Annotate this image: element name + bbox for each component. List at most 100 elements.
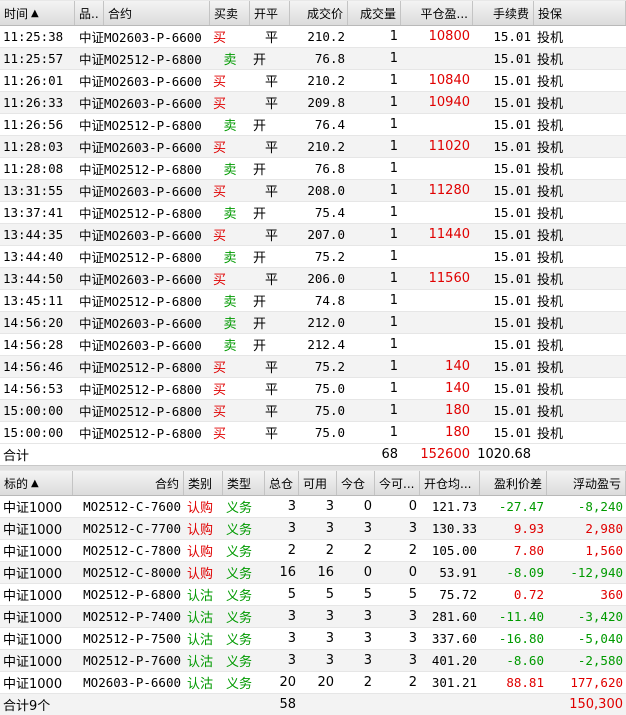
col-underlying-header[interactable]: 标的 ▲ <box>0 471 73 495</box>
trade-time: 13:37:41 <box>3 205 64 220</box>
trade-row[interactable]: 15:00:00 中证MO2512-P-6800 买 平 75.0 1 180 15.01 投机 <box>0 400 626 422</box>
trade-row[interactable]: 14:56:46 中证MO2512-P-6800 买 平 75.2 1 140 15.01 投机 <box>0 356 626 378</box>
position-row[interactable]: 中证1000 MO2512-C-7700 认购 义务 3 3 3 3 130.33 9.93 2,9… <box>0 518 626 540</box>
position-float-pnl: 1,560 <box>585 543 623 558</box>
col-open-avg-header[interactable]: 开仓均... <box>420 471 480 495</box>
trade-offset: 开 <box>253 163 267 178</box>
position-row[interactable]: 中证1000 MO2603-P-6600 认沽 义务 20 20 2 2 301.21 88.81… <box>0 672 626 694</box>
position-contract: MO2512-C-8000 <box>83 565 181 580</box>
trade-row[interactable]: 11:26:33 中证MO2603-P-6600 买 平 209.8 1 10940 15.0… <box>0 92 626 114</box>
col-fee-header[interactable]: 手续费 <box>473 1 534 25</box>
trade-row[interactable]: 13:45:11 中证MO2512-P-6800 卖 开 74.8 1 15.01 投机 <box>0 290 626 312</box>
trade-row[interactable]: 13:37:41 中证MO2512-P-6800 卖 开 75.4 1 15.01 投机 <box>0 202 626 224</box>
trade-close-pnl: 180 <box>445 425 470 440</box>
trade-close-pnl <box>401 290 473 311</box>
trade-hedge: 投机 <box>537 361 564 376</box>
trade-row[interactable]: 11:28:03 中证MO2603-P-6600 买 平 210.2 1 11020 15.0… <box>0 136 626 158</box>
col-today-header[interactable]: 今仓 <box>337 471 375 495</box>
col-time-header[interactable]: 时间 ▲ <box>0 1 75 25</box>
position-row[interactable]: 中证1000 MO2512-P-7600 认沽 义务 3 3 3 3 401.20 -8.60 -2… <box>0 650 626 672</box>
col-hedge-header[interactable]: 投保 <box>534 1 626 25</box>
trade-hedge: 投机 <box>537 75 564 90</box>
col-contract-header[interactable]: 合约 <box>104 1 210 25</box>
trade-time: 11:28:03 <box>3 139 64 154</box>
position-today: 3 <box>363 653 372 668</box>
trade-price: 212.0 <box>307 315 345 330</box>
position-row[interactable]: 中证1000 MO2512-P-7400 认沽 义务 3 3 3 3 281.60 -11.40 -… <box>0 606 626 628</box>
trade-time: 13:44:35 <box>3 227 64 242</box>
trade-row[interactable]: 13:44:50 中证MO2603-P-6600 买 平 206.0 1 11560 15.0… <box>0 268 626 290</box>
trade-qty: 1 <box>389 51 398 66</box>
sort-asc-icon[interactable]: ▲ <box>31 478 39 489</box>
col-avail-header[interactable]: 可用 <box>299 471 337 495</box>
trade-side: 卖 <box>223 317 237 332</box>
trade-price: 212.4 <box>307 337 345 352</box>
position-today: 5 <box>363 587 372 602</box>
trade-price: 75.0 <box>314 403 345 418</box>
position-row[interactable]: 中证1000 MO2512-C-8000 认购 义务 16 16 0 0 53.91 -8.09 -… <box>0 562 626 584</box>
position-category: 认沽 <box>187 611 214 626</box>
position-underlying: 中证1000 <box>3 677 63 692</box>
trade-offset: 开 <box>253 339 267 354</box>
position-contract: MO2512-P-7600 <box>83 653 181 668</box>
trade-row[interactable]: 15:00:00 中证MO2512-P-6800 买 平 75.0 1 180 15.01 投机 <box>0 422 626 444</box>
col-close-pnl-header[interactable]: 平仓盈... <box>401 1 473 25</box>
position-avail: 3 <box>325 609 334 624</box>
trade-row[interactable]: 14:56:28 中证MO2603-P-6600 卖 开 212.4 1 15.01 投机 <box>0 334 626 356</box>
trade-fee: 15.01 <box>493 249 531 264</box>
position-profit-diff: -27.47 <box>498 499 544 514</box>
trade-total-close-pnl: 152600 <box>420 447 470 462</box>
col-contract-header[interactable]: 合约 <box>73 471 184 495</box>
col-float-pnl-header[interactable]: 浮动盈亏 <box>547 471 626 495</box>
col-today-avail-header[interactable]: 今可... <box>375 471 420 495</box>
col-total-header[interactable]: 总仓 <box>265 471 299 495</box>
position-avail: 3 <box>325 521 334 536</box>
trade-row[interactable]: 13:31:55 中证MO2603-P-6600 买 平 208.0 1 11280 15.0… <box>0 180 626 202</box>
position-contract: MO2512-P-7400 <box>83 609 181 624</box>
position-open-avg: 121.73 <box>431 499 477 514</box>
position-type: 义务 <box>226 655 253 670</box>
trade-row[interactable]: 11:28:08 中证MO2512-P-6800 卖 开 76.8 1 15.01 投机 <box>0 158 626 180</box>
trade-price: 208.0 <box>307 183 345 198</box>
col-qty-header[interactable]: 成交量 <box>348 1 401 25</box>
position-row[interactable]: 中证1000 MO2512-P-7500 认沽 义务 3 3 3 3 337.60 -16.80 -… <box>0 628 626 650</box>
trade-table-header: 时间 ▲ 品.. 合约 买卖 开平 成交价 成交量 平仓盈... 手续费 投保 <box>0 0 626 26</box>
trade-row[interactable]: 11:26:56 中证MO2512-P-6800 卖 开 76.4 1 15.01 投机 <box>0 114 626 136</box>
trade-row[interactable]: 13:44:35 中证MO2603-P-6600 买 平 207.0 1 11440 15.0… <box>0 224 626 246</box>
position-today-avail: 3 <box>408 521 417 536</box>
trade-row[interactable]: 14:56:20 中证MO2603-P-6600 卖 开 212.0 1 15.01 投机 <box>0 312 626 334</box>
position-row[interactable]: 中证1000 MO2512-C-7800 认购 义务 2 2 2 2 105.00 7.80 1,5… <box>0 540 626 562</box>
trade-contract: 中证MO2603-P-6600 <box>79 30 202 45</box>
col-product-header[interactable]: 品.. <box>75 1 104 25</box>
position-row[interactable]: 中证1000 MO2512-C-7600 认购 义务 3 3 0 0 121.73 -27.47 -… <box>0 496 626 518</box>
col-profit-diff-header[interactable]: 盈利价差 <box>480 471 547 495</box>
trade-contract: 中证MO2512-P-6800 <box>79 294 202 309</box>
col-side-header[interactable]: 买卖 <box>210 1 250 25</box>
trade-row[interactable]: 11:25:57 中证MO2512-P-6800 卖 开 76.8 1 15.01 投机 <box>0 48 626 70</box>
sort-asc-icon[interactable]: ▲ <box>31 8 39 19</box>
col-offset-header[interactable]: 开平 <box>250 1 290 25</box>
position-row[interactable]: 中证1000 MO2512-P-6800 认沽 义务 5 5 5 5 75.72 0.72 360 <box>0 584 626 606</box>
trade-fee: 15.01 <box>493 139 531 154</box>
col-type-header[interactable]: 类型 <box>223 471 265 495</box>
position-today-avail: 5 <box>408 587 417 602</box>
trade-close-pnl: 180 <box>445 403 470 418</box>
trade-close-pnl <box>401 158 473 179</box>
trade-row[interactable]: 11:26:01 中证MO2603-P-6600 买 平 210.2 1 10840 15.0… <box>0 70 626 92</box>
positions-table: 标的 ▲ 合约 类别 类型 总仓 可用 今仓 今可... 开仓均... 盈利价差… <box>0 470 626 715</box>
position-underlying: 中证1000 <box>3 611 63 626</box>
trade-row[interactable]: 14:56:53 中证MO2512-P-6800 买 平 75.0 1 140 15.01 投机 <box>0 378 626 400</box>
trade-close-pnl: 11280 <box>428 183 470 198</box>
trade-contract: 中证MO2603-P-6600 <box>79 316 202 331</box>
col-category-header[interactable]: 类别 <box>184 471 223 495</box>
trade-price: 210.2 <box>307 29 345 44</box>
trade-fee: 15.01 <box>493 359 531 374</box>
trade-contract: 中证MO2603-P-6600 <box>79 228 202 243</box>
position-open-avg: 337.60 <box>431 631 477 646</box>
trade-row[interactable]: 13:44:40 中证MO2512-P-6800 卖 开 75.2 1 15.01 投机 <box>0 246 626 268</box>
col-price-header[interactable]: 成交价 <box>290 1 348 25</box>
trade-row[interactable]: 11:25:38 中证MO2603-P-6600 买 平 210.2 1 10800 15.0… <box>0 26 626 48</box>
position-underlying: 中证1000 <box>3 589 63 604</box>
position-total: 2 <box>287 543 296 558</box>
trade-hedge: 投机 <box>537 207 564 222</box>
